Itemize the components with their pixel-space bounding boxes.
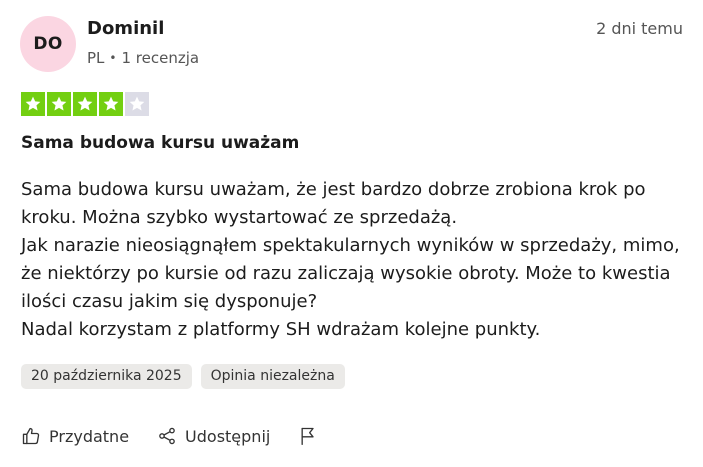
- experience-date-tag: 20 października 2025: [21, 364, 192, 389]
- review-card: DO Dominil PL • 1 recenzja 2 dni temu Sa…: [0, 0, 703, 467]
- helpful-button[interactable]: Przydatne: [21, 426, 129, 446]
- avatar[interactable]: DO: [20, 16, 76, 72]
- star-empty-icon: [125, 92, 149, 116]
- review-tags: 20 października 2025 Opinia niezależna: [21, 364, 345, 389]
- flag-icon: [298, 426, 318, 446]
- star-filled-icon: [73, 92, 97, 116]
- star-filled-icon: [99, 92, 123, 116]
- thumbs-up-icon: [21, 426, 41, 446]
- review-paragraph: Nadal korzystam z platformy SH wdrażam k…: [21, 319, 541, 340]
- meta-separator: •: [109, 51, 117, 65]
- review-title[interactable]: Sama budowa kursu uważam: [21, 133, 299, 153]
- share-label: Udostępnij: [185, 426, 271, 446]
- share-button[interactable]: Udostępnij: [157, 426, 270, 446]
- star-filled-icon: [47, 92, 71, 116]
- helpful-label: Przydatne: [49, 426, 130, 446]
- review-paragraph: Sama budowa kursu uważam, że jest bardzo…: [21, 179, 646, 228]
- report-button[interactable]: [298, 426, 318, 446]
- star-filled-icon: [21, 92, 45, 116]
- reviewer-meta: PL • 1 recenzja: [87, 49, 199, 67]
- review-body: Sama budowa kursu uważam, że jest bardzo…: [21, 176, 691, 344]
- reviewer-country: PL: [87, 49, 105, 67]
- review-date: 2 dni temu: [596, 19, 683, 38]
- reviewer-name[interactable]: Dominil: [87, 18, 164, 39]
- star-rating: [21, 92, 149, 116]
- reviewer-review-count: 1 recenzja: [121, 49, 200, 67]
- review-paragraph: Jak narazie nieosiągnąłem spektakularnyc…: [21, 235, 680, 312]
- review-actions: Przydatne Udostępnij: [21, 426, 346, 446]
- share-icon: [157, 426, 177, 446]
- unprompted-review-tag[interactable]: Opinia niezależna: [200, 364, 345, 389]
